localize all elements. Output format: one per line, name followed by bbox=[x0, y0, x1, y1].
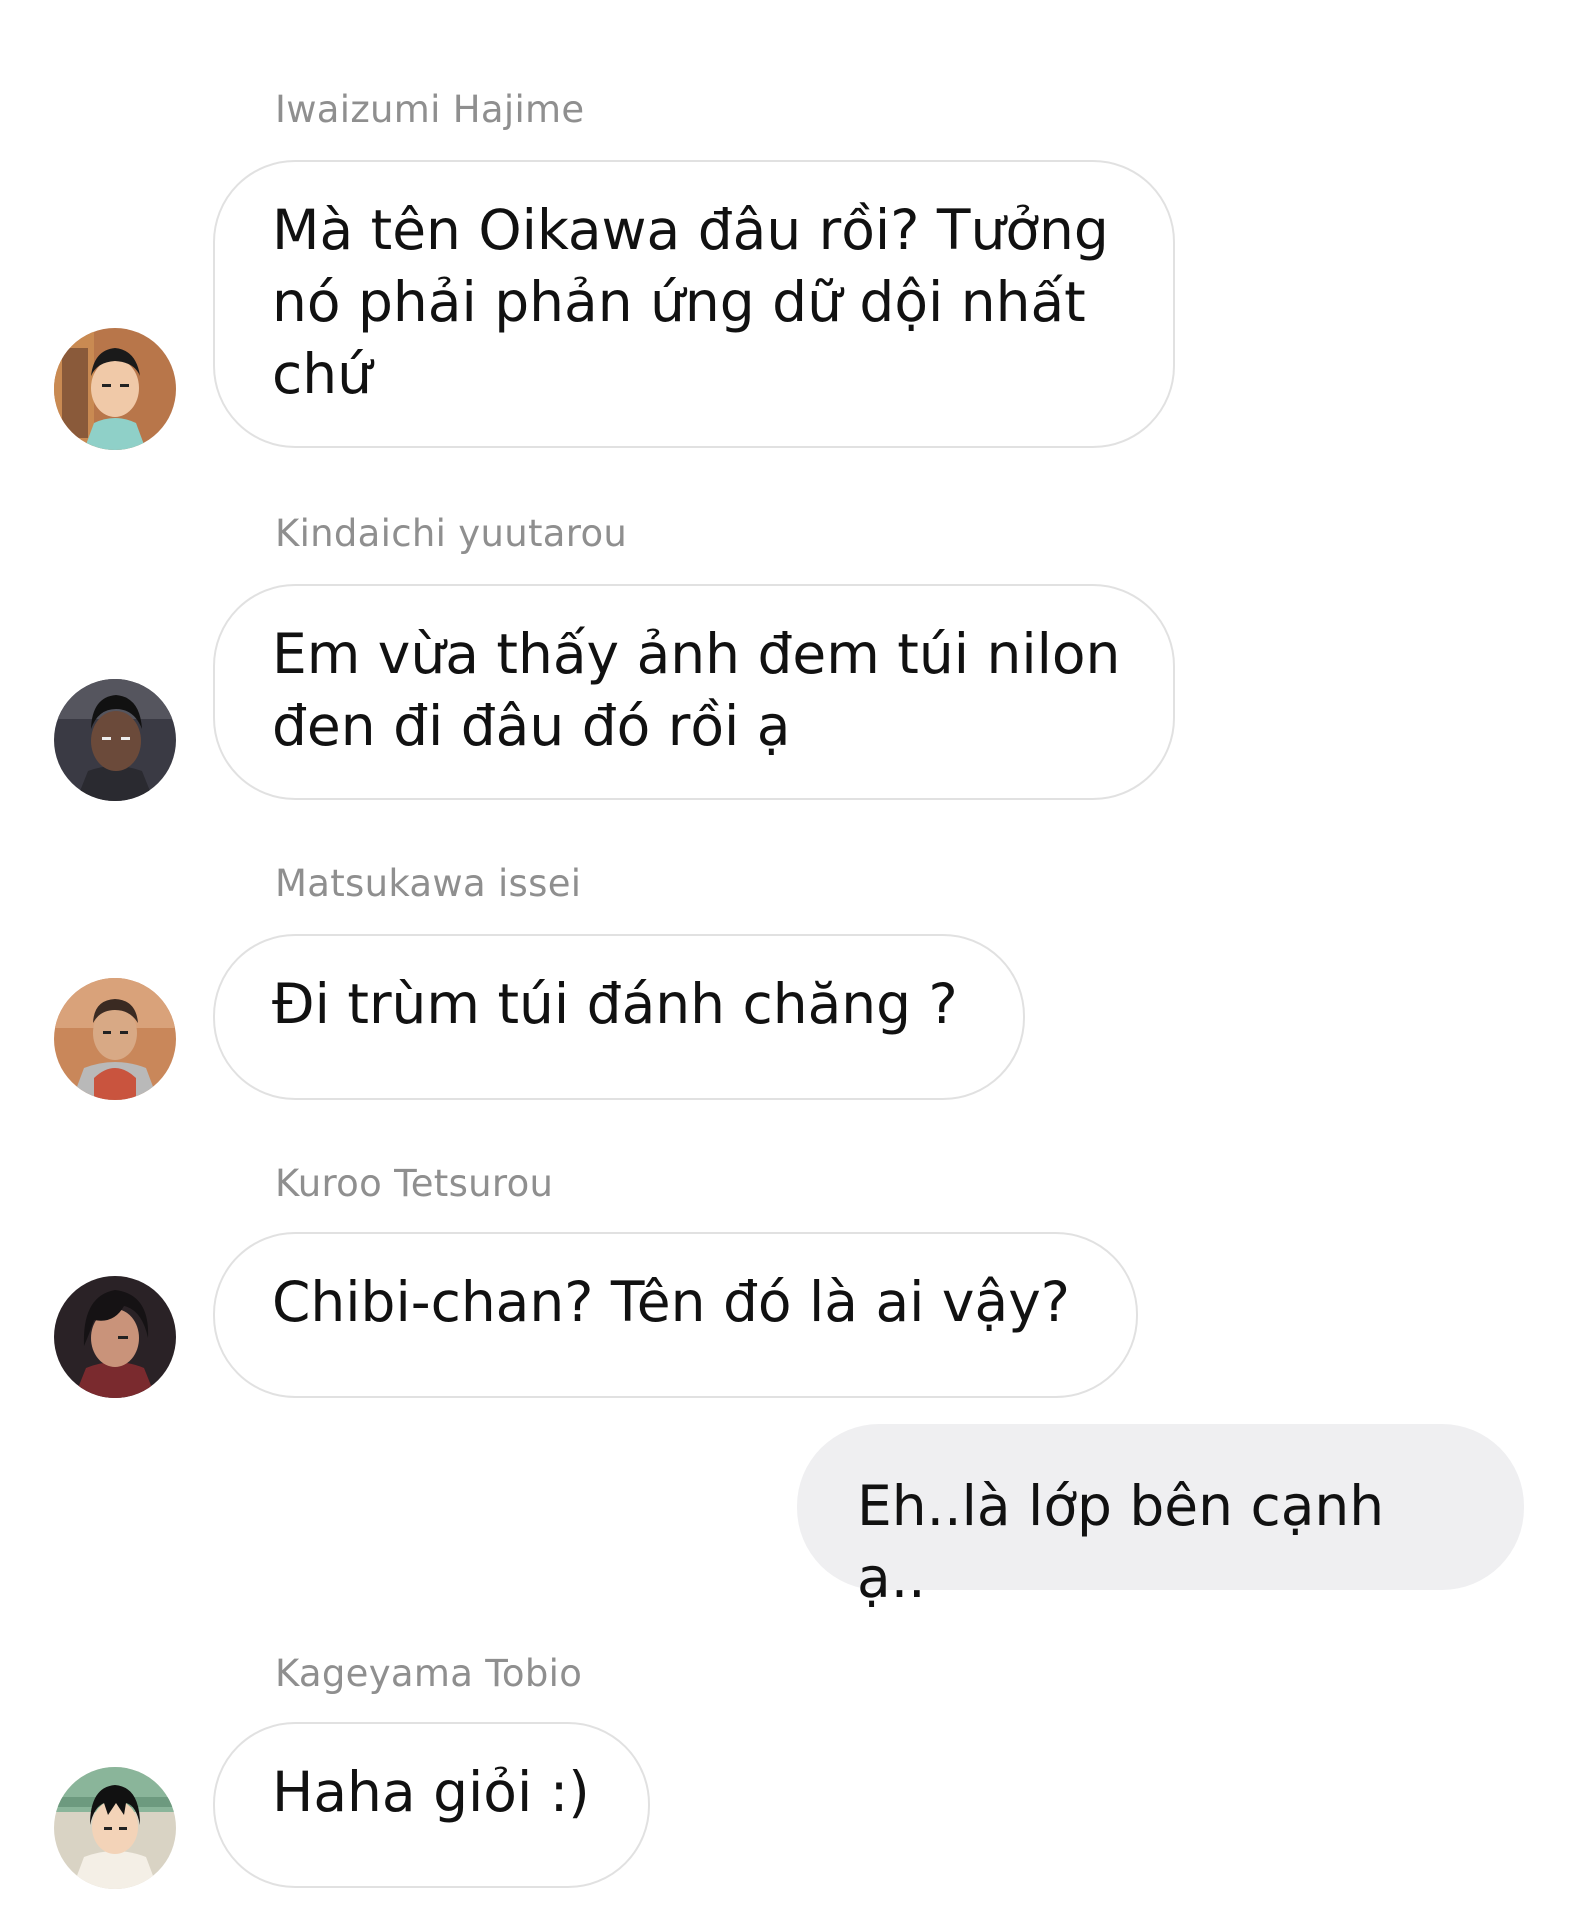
message-bubble[interactable]: Mà tên Oikawa đâu rồi? Tưởng nó phải phả… bbox=[213, 160, 1175, 448]
message-bubble[interactable]: Em vừa thấy ảnh đem túi nilon đen đi đâu… bbox=[213, 584, 1175, 800]
message-text: Haha giỏi :) bbox=[272, 1760, 590, 1824]
avatar[interactable] bbox=[54, 1276, 176, 1398]
avatar[interactable] bbox=[54, 679, 176, 801]
avatar[interactable] bbox=[54, 328, 176, 450]
message-text: Em vừa thấy ảnh đem túi nilon đen đi đâu… bbox=[272, 622, 1121, 758]
outgoing-message-bubble[interactable]: Eh..là lớp bên cạnh ạ.. bbox=[797, 1424, 1524, 1610]
message-bubble[interactable]: Đi trùm túi đánh chăng ? bbox=[213, 934, 1025, 1100]
sender-name: Kageyama Tobio bbox=[275, 1652, 583, 1695]
message-text: Chibi-chan? Tên đó là ai vậy? bbox=[272, 1270, 1070, 1334]
sender-name: Kuroo Tetsurou bbox=[275, 1162, 554, 1205]
message-bubble[interactable]: Haha giỏi :) bbox=[213, 1722, 650, 1888]
avatar[interactable] bbox=[54, 978, 176, 1100]
avatar-matsukawa-image bbox=[54, 978, 176, 1100]
avatar[interactable] bbox=[54, 1767, 176, 1889]
message-bubble[interactable]: Chibi-chan? Tên đó là ai vậy? bbox=[213, 1232, 1138, 1398]
avatar-kindaichi-image bbox=[54, 679, 176, 801]
avatar-iwaizumi-image bbox=[54, 328, 176, 450]
sender-name: Kindaichi yuutarou bbox=[275, 512, 628, 555]
avatar-kageyama-image bbox=[54, 1767, 176, 1889]
sender-name: Matsukawa issei bbox=[275, 862, 582, 905]
message-text: Eh..là lớp bên cạnh ạ.. bbox=[857, 1474, 1385, 1610]
message-text: Mà tên Oikawa đâu rồi? Tưởng nó phải phả… bbox=[272, 198, 1109, 406]
message-text: Đi trùm túi đánh chăng ? bbox=[272, 972, 958, 1036]
avatar-kuroo-image bbox=[54, 1276, 176, 1398]
sender-name: Iwaizumi Hajime bbox=[275, 88, 585, 131]
